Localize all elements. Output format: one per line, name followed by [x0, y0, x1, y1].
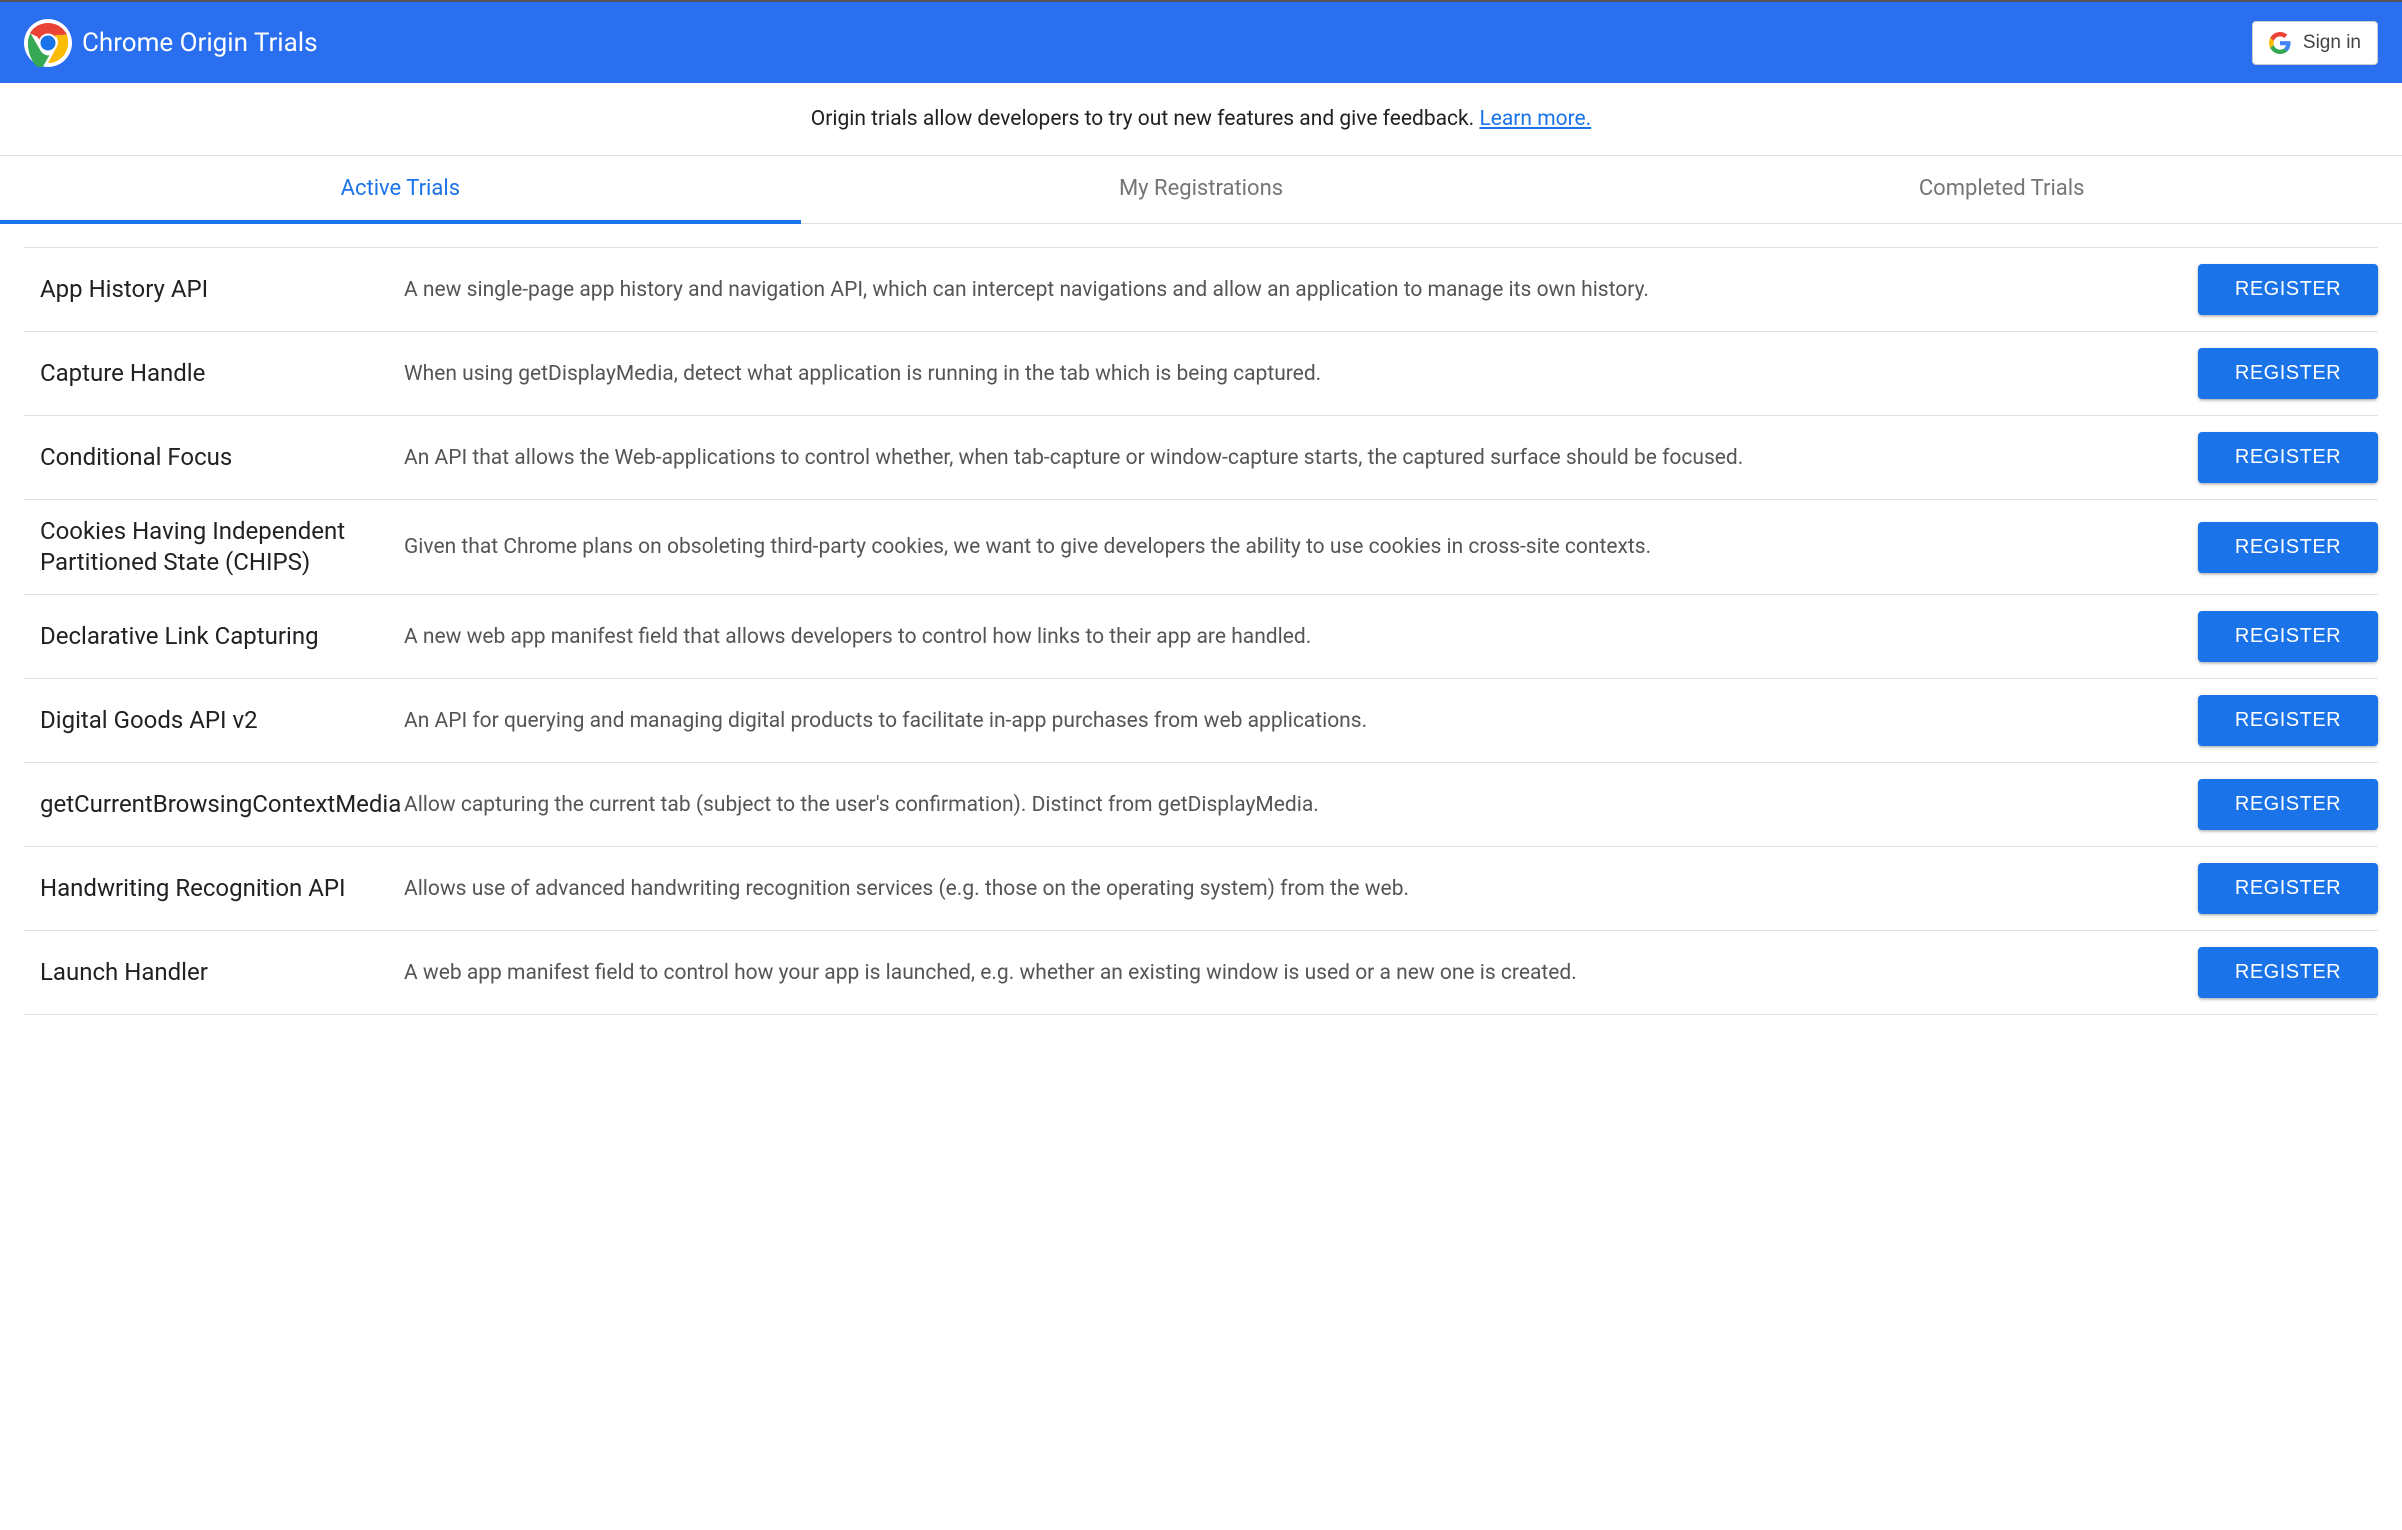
- trial-row: getCurrentBrowsingContextMedia Allow capt…: [24, 762, 2378, 847]
- trial-row: App History API A new single-page app his…: [24, 247, 2378, 332]
- signin-button[interactable]: Sign in: [2252, 21, 2378, 65]
- tab-my-registrations[interactable]: My Registrations: [801, 156, 1602, 223]
- trial-name: App History API: [24, 274, 384, 305]
- register-button[interactable]: REGISTER: [2198, 348, 2378, 399]
- page-title: Chrome Origin Trials: [82, 28, 318, 58]
- trial-name: Capture Handle: [24, 358, 384, 389]
- trial-name: Conditional Focus: [24, 442, 384, 473]
- learn-more-link[interactable]: Learn more.: [1479, 107, 1591, 131]
- trial-row: Capture Handle When using getDisplayMedia…: [24, 331, 2378, 416]
- register-button[interactable]: REGISTER: [2198, 264, 2378, 315]
- intro-text: Origin trials allow developers to try ou…: [811, 107, 1480, 131]
- trial-row: Declarative Link Capturing A new web app …: [24, 594, 2378, 679]
- trial-name: Declarative Link Capturing: [24, 621, 384, 652]
- header-left: Chrome Origin Trials: [24, 19, 318, 67]
- trial-description: Allow capturing the current tab (subject…: [404, 793, 2178, 817]
- register-button[interactable]: REGISTER: [2198, 432, 2378, 483]
- register-button[interactable]: REGISTER: [2198, 522, 2378, 573]
- trial-name: Digital Goods API v2: [24, 705, 384, 736]
- intro-bar: Origin trials allow developers to try ou…: [0, 83, 2402, 156]
- register-button[interactable]: REGISTER: [2198, 947, 2378, 998]
- trial-row: Conditional Focus An API that allows the …: [24, 415, 2378, 500]
- app-header: Chrome Origin Trials Sign in: [0, 0, 2402, 83]
- trial-name: Launch Handler: [24, 957, 384, 988]
- trials-list: App History API A new single-page app his…: [0, 224, 2402, 1015]
- trial-description: A new single-page app history and naviga…: [404, 278, 2178, 302]
- trial-description: Given that Chrome plans on obsoleting th…: [404, 535, 2178, 559]
- trial-row: Cookies Having Independent Partitioned S…: [24, 499, 2378, 595]
- trial-description: A new web app manifest field that allows…: [404, 625, 2178, 649]
- trial-description: Allows use of advanced handwriting recog…: [404, 877, 2178, 901]
- trial-description: An API that allows the Web-applications …: [404, 446, 2178, 470]
- trial-name: Cookies Having Independent Partitioned S…: [24, 516, 384, 578]
- trial-description: When using getDisplayMedia, detect what …: [404, 362, 2178, 386]
- trial-name: getCurrentBrowsingContextMedia: [24, 789, 384, 820]
- tab-active-trials[interactable]: Active Trials: [0, 156, 801, 223]
- register-button[interactable]: REGISTER: [2198, 695, 2378, 746]
- trial-row: Launch Handler A web app manifest field t…: [24, 930, 2378, 1015]
- google-g-icon: [2269, 32, 2291, 54]
- trial-description: An API for querying and managing digital…: [404, 709, 2178, 733]
- trial-description: A web app manifest field to control how …: [404, 961, 2178, 985]
- tab-completed-trials[interactable]: Completed Trials: [1601, 156, 2402, 223]
- signin-label: Sign in: [2303, 32, 2361, 54]
- trial-row: Handwriting Recognition API Allows use of…: [24, 846, 2378, 931]
- register-button[interactable]: REGISTER: [2198, 863, 2378, 914]
- trial-row: Digital Goods API v2 An API for querying …: [24, 678, 2378, 763]
- chrome-logo-icon: [24, 19, 72, 67]
- register-button[interactable]: REGISTER: [2198, 611, 2378, 662]
- trial-name: Handwriting Recognition API: [24, 873, 384, 904]
- tabs: Active TrialsMy RegistrationsCompleted T…: [0, 156, 2402, 224]
- register-button[interactable]: REGISTER: [2198, 779, 2378, 830]
